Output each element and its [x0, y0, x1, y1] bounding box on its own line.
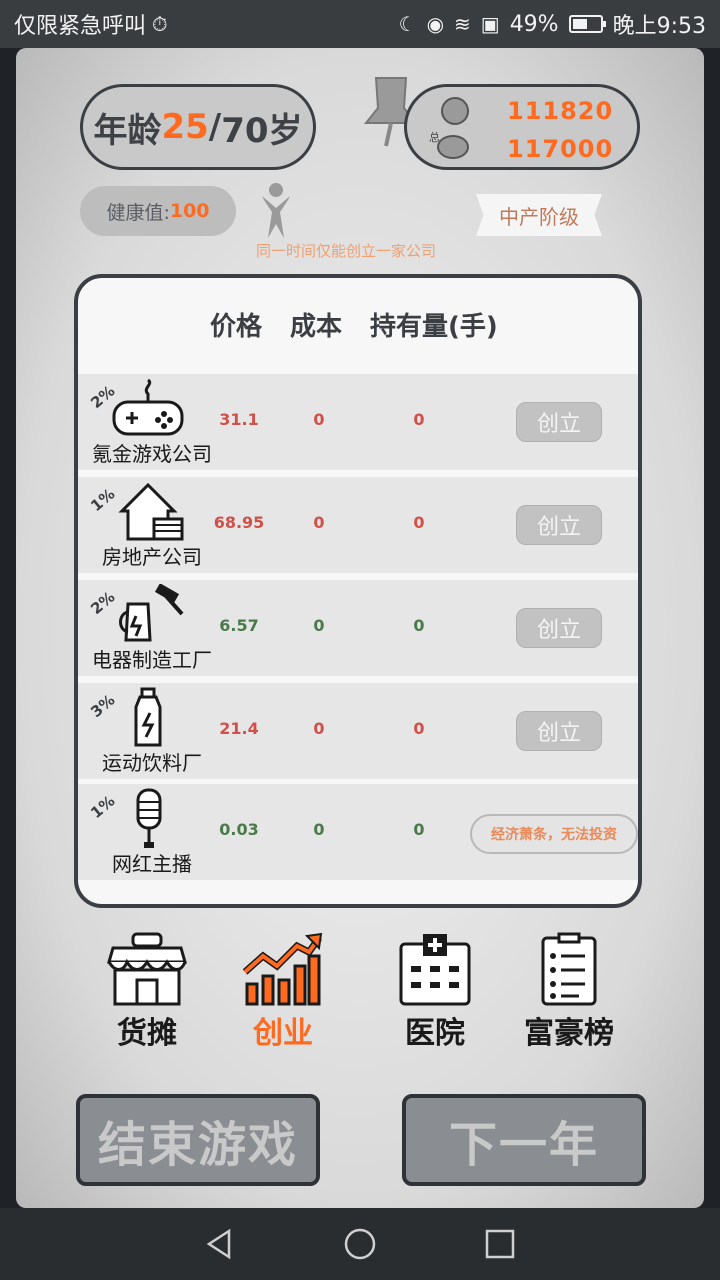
coin-stack-icon [437, 135, 469, 159]
invest-disabled-button[interactable]: 经济萧条，无法投资 [470, 814, 638, 854]
nav-label: 创业 [253, 1016, 313, 1051]
company-name: 网红主播 [112, 852, 192, 876]
nav-label: 医院 [405, 1016, 465, 1051]
header-price: 价格 [210, 312, 263, 342]
nav-rich-list[interactable]: 富豪榜 [514, 932, 624, 1052]
cost-cell: 0 [313, 719, 325, 738]
company-name: 运动饮料厂 [102, 751, 202, 775]
timer-icon: ⏱ [152, 12, 168, 36]
company-name: 电器制造工厂 [92, 648, 212, 672]
price-cell: 21.4 [219, 719, 259, 738]
money-cash: 111820 [507, 97, 614, 125]
money-total: 117000 [507, 135, 614, 163]
age-current: 25 [161, 107, 209, 147]
recents-icon[interactable] [483, 1227, 517, 1261]
holdings-cell: 0 [413, 410, 425, 429]
coin-icon [441, 97, 469, 125]
holdings-cell: 0 [413, 513, 425, 532]
price-cell: 31.1 [219, 410, 259, 429]
cost-cell: 0 [313, 513, 325, 532]
cost-cell: 0 [313, 820, 325, 839]
nav-startup[interactable]: 创业 [228, 932, 338, 1052]
money-total-label: 总 [429, 131, 440, 144]
battery-percent: 49% [509, 11, 559, 37]
alert-icon: ▣ [480, 12, 500, 36]
price-cell: 6.57 [219, 616, 259, 635]
clock: 晚上9:53 [612, 14, 706, 39]
health-display: 健康值: 100 [80, 186, 236, 236]
stall-icon [107, 932, 187, 1006]
money-display: 总 111820 117000 [404, 84, 640, 170]
table-row: 2% 电器制造工厂 6.57 0 0 创立 [78, 580, 638, 676]
create-button[interactable]: 创立 [516, 711, 602, 751]
table-row: 1% 房地产公司 68.95 0 0 创立 [78, 477, 638, 573]
holdings-cell: 0 [413, 616, 425, 635]
cost-cell: 0 [313, 410, 325, 429]
age-separator: / [208, 107, 222, 147]
table-row: 3% 运动饮料厂 21.4 0 0 创立 [78, 683, 638, 779]
table-row: 1% 网红主播 0.03 0 0 经济萧条，无法投资 [78, 784, 638, 880]
holdings-cell: 0 [413, 719, 425, 738]
company-table: 价格 成本 持有量(手) 2% 氪金游戏公司 31.1 0 0 创立 1% 房地… [74, 274, 642, 908]
end-game-button[interactable]: 结束游戏 [76, 1094, 320, 1186]
class-tag: 中产阶级 [476, 194, 602, 236]
kettle-hammer-icon [119, 584, 184, 642]
table-row: 2% 氪金游戏公司 31.1 0 0 创立 [78, 374, 638, 470]
nav-label: 富豪榜 [524, 1016, 614, 1051]
growth-chart-icon [243, 932, 323, 1006]
nav-hospital[interactable]: 医院 [380, 932, 490, 1052]
person-icon [262, 183, 290, 238]
health-value: 100 [169, 200, 210, 222]
price-cell: 68.95 [213, 513, 265, 532]
notice-text: 同一时间仅能创立一家公司 [256, 242, 437, 260]
health-label: 健康值: [106, 201, 170, 224]
home-icon[interactable] [343, 1227, 377, 1261]
wifi-icon: ≋ [454, 12, 471, 36]
age-display: 年龄 25 / 70岁 [80, 84, 316, 170]
nav-label: 货摊 [117, 1016, 177, 1051]
house-icon [118, 482, 184, 541]
age-max: 70岁 [221, 110, 303, 151]
back-icon[interactable] [203, 1227, 237, 1261]
create-button[interactable]: 创立 [516, 608, 602, 648]
system-nav-bar [0, 1208, 720, 1280]
price-cell: 0.03 [219, 820, 259, 839]
status-bar: 仅限紧急呼叫 ⏱ ☾ ◉ ≋ ▣ 49% 晚上9:53 [0, 0, 720, 48]
microphone-icon [136, 788, 162, 848]
list-icon [541, 932, 597, 1006]
create-button[interactable]: 创立 [516, 505, 602, 545]
cost-cell: 0 [313, 616, 325, 635]
age-label: 年龄 [93, 110, 162, 151]
gamepad-icon [112, 378, 184, 436]
nav-stall[interactable]: 货摊 [92, 932, 202, 1052]
bottle-icon [134, 687, 162, 747]
create-button[interactable]: 创立 [516, 402, 602, 442]
battery-icon [568, 15, 606, 33]
hospital-icon [399, 934, 471, 1006]
header-cost: 成本 [290, 312, 343, 342]
header-holdings: 持有量(手) [370, 312, 498, 342]
moon-icon: ☾ [398, 12, 417, 36]
eye-icon: ◉ [426, 12, 445, 36]
company-name: 氪金游戏公司 [92, 442, 212, 466]
next-year-button[interactable]: 下一年 [402, 1094, 646, 1186]
company-name: 房地产公司 [102, 545, 202, 569]
holdings-cell: 0 [413, 820, 425, 839]
status-text: 仅限紧急呼叫 [14, 14, 147, 39]
